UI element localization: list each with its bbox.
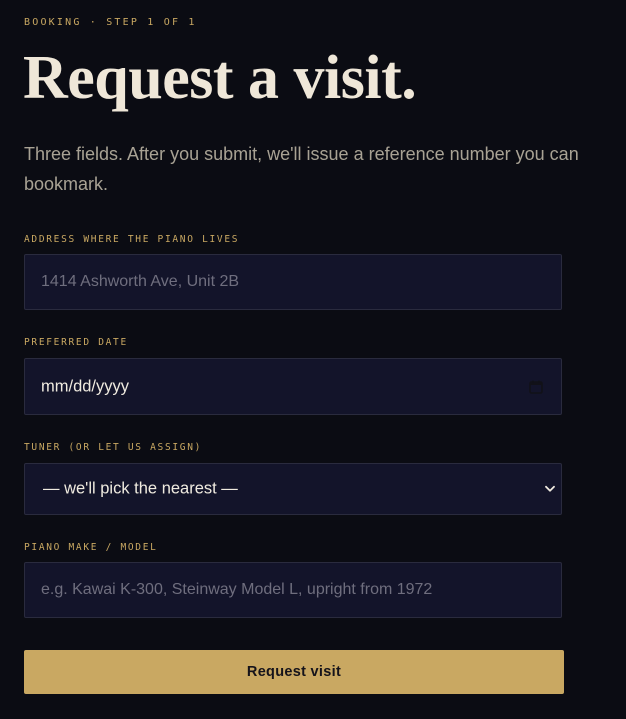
piano-model-field[interactable] — [24, 562, 562, 618]
chevron-down-icon[interactable] — [545, 485, 555, 493]
preferred-date-label: PREFERRED DATE — [24, 337, 128, 348]
preferred-date-value: mm/dd/yyyy — [41, 377, 130, 395]
piano-model-input[interactable] — [25, 563, 561, 617]
tuner-select[interactable]: — we'll pick the nearest — — [24, 463, 562, 515]
calendar-icon[interactable] — [529, 380, 543, 394]
address-field[interactable] — [24, 254, 562, 310]
request-visit-button[interactable]: Request visit — [24, 650, 564, 694]
preferred-date-field[interactable]: mm/dd/yyyy — [24, 358, 562, 415]
address-input[interactable] — [25, 255, 561, 309]
tuner-selected-value: — we'll pick the nearest — — [43, 479, 238, 498]
page-description: Three fields. After you submit, we'll is… — [24, 144, 579, 194]
page-title: Request a visit. — [23, 44, 417, 112]
booking-step-eyebrow: BOOKING · STEP 1 OF 1 — [24, 17, 197, 28]
tuner-label: TUNER (OR LET US ASSIGN) — [24, 442, 203, 453]
address-label: ADDRESS WHERE THE PIANO LIVES — [24, 234, 240, 245]
piano-model-label: PIANO MAKE / MODEL — [24, 542, 158, 553]
